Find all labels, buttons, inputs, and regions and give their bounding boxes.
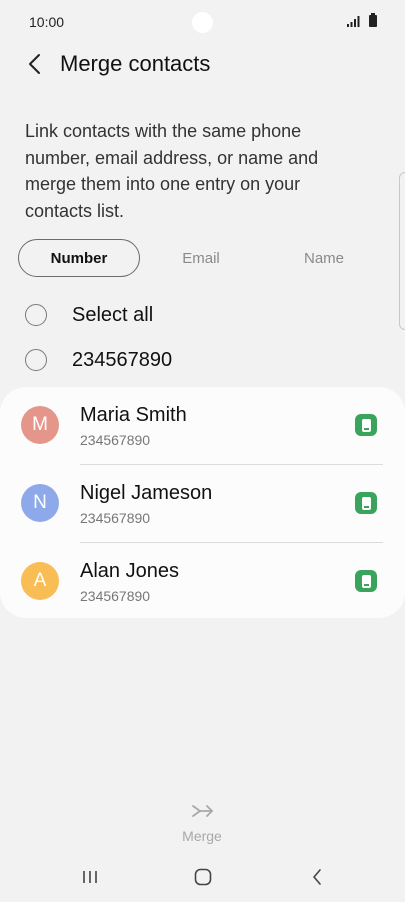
contact-name: Alan Jones bbox=[80, 560, 179, 582]
nav-back-icon bbox=[313, 869, 321, 885]
contact-phone: 234567890 bbox=[80, 588, 151, 604]
merge-button[interactable]: Merge bbox=[172, 800, 232, 850]
tab-email[interactable]: Email bbox=[140, 239, 262, 277]
app-header: Merge contacts bbox=[0, 44, 405, 84]
contact-name: Maria Smith bbox=[80, 404, 187, 426]
merge-label: Merge bbox=[182, 828, 222, 844]
avatar: N bbox=[21, 484, 59, 522]
merge-icon bbox=[192, 805, 213, 817]
avatar: A bbox=[21, 562, 59, 600]
select-all-row[interactable]: Select all bbox=[25, 300, 365, 330]
group-row[interactable]: 234567890 bbox=[25, 345, 365, 375]
select-all-checkbox[interactable] bbox=[25, 304, 47, 326]
contact-list: M Maria Smith 234567890 N Nigel Jameson … bbox=[0, 387, 405, 618]
list-item[interactable]: M Maria Smith 234567890 bbox=[0, 387, 405, 465]
group-label: 234567890 bbox=[72, 348, 173, 371]
select-all-label: Select all bbox=[72, 303, 154, 326]
contact-name: Nigel Jameson bbox=[80, 482, 213, 504]
nav-back-button[interactable] bbox=[302, 865, 332, 889]
status-icons bbox=[347, 13, 377, 27]
phone-storage-icon bbox=[355, 492, 377, 514]
phone-storage-icon bbox=[355, 570, 377, 592]
tab-name[interactable]: Name bbox=[263, 239, 385, 277]
filter-tabs: Number Email Name bbox=[18, 239, 386, 277]
edge-panel-handle[interactable] bbox=[399, 172, 405, 330]
signal-icon bbox=[347, 16, 360, 27]
status-bar: 10:00 bbox=[0, 0, 405, 44]
phone-storage-icon bbox=[355, 414, 377, 436]
tab-number[interactable]: Number bbox=[18, 239, 140, 277]
back-button[interactable] bbox=[20, 50, 48, 78]
status-time: 10:00 bbox=[29, 14, 65, 30]
home-icon bbox=[194, 868, 212, 886]
page-title: Merge contacts bbox=[60, 51, 211, 76]
list-item[interactable]: N Nigel Jameson 234567890 bbox=[0, 465, 405, 543]
group-checkbox[interactable] bbox=[25, 349, 47, 371]
list-item[interactable]: A Alan Jones 234567890 bbox=[0, 543, 405, 621]
avatar: M bbox=[21, 406, 59, 444]
description-text: Link contacts with the same phone number… bbox=[25, 121, 319, 221]
recents-button[interactable] bbox=[75, 865, 105, 889]
contact-phone: 234567890 bbox=[80, 510, 151, 526]
home-button[interactable] bbox=[188, 865, 218, 889]
recents-icon bbox=[83, 871, 97, 883]
chevron-left-icon bbox=[29, 54, 40, 74]
camera-cutout bbox=[192, 12, 213, 33]
navigation-bar bbox=[0, 855, 405, 902]
battery-icon bbox=[369, 13, 377, 27]
contact-phone: 234567890 bbox=[80, 432, 151, 448]
